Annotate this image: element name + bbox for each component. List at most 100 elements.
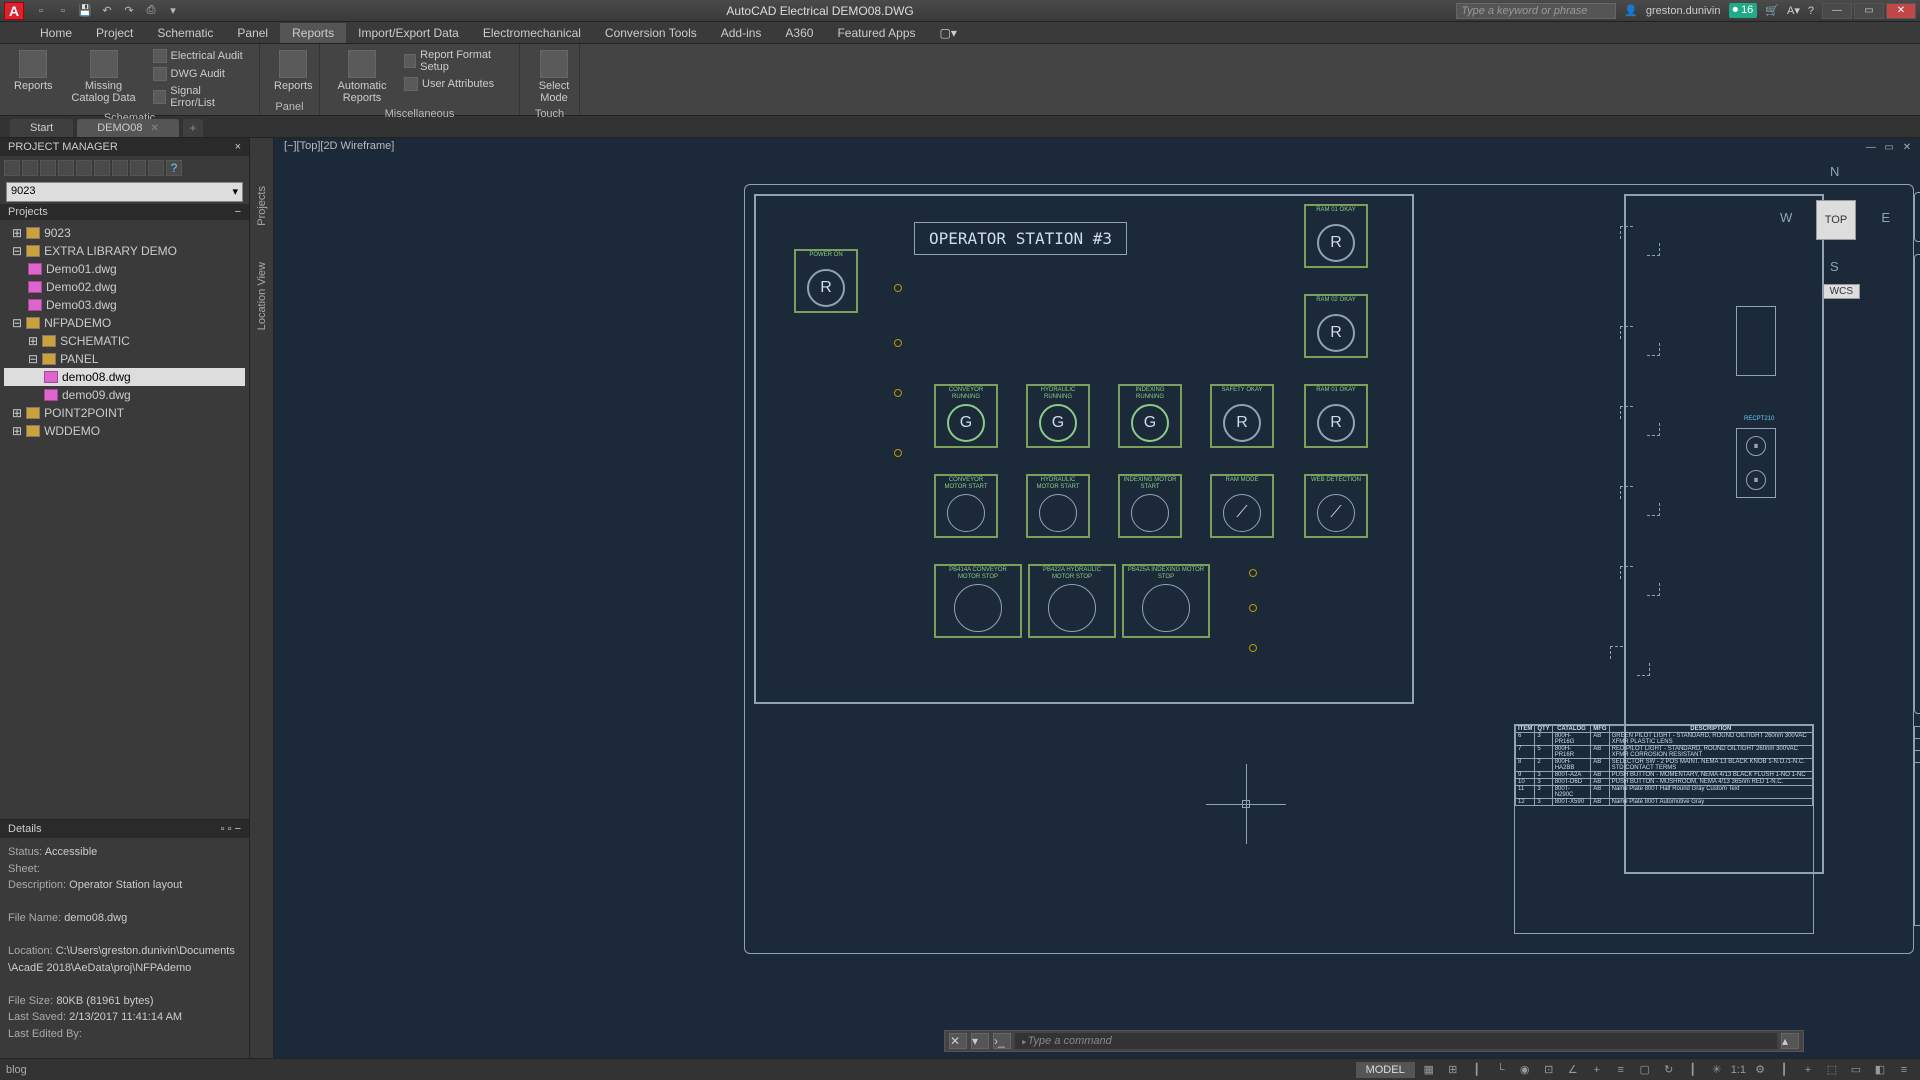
details-btn2-icon[interactable]: ▫ <box>228 823 232 835</box>
sb-lwt-icon[interactable]: ≡ <box>1611 1062 1631 1078</box>
sb-grid-icon[interactable]: ▦ <box>1419 1062 1439 1078</box>
sign-in-icon[interactable]: 👤 <box>1624 4 1638 17</box>
sb-iso-icon[interactable]: ⬚ <box>1822 1062 1842 1078</box>
sb-trans-icon[interactable]: ▢ <box>1635 1062 1655 1078</box>
menu-electromechanical[interactable]: Electromechanical <box>471 23 593 43</box>
details-collapse-icon[interactable]: − <box>235 823 241 835</box>
pm-help-icon[interactable]: ? <box>166 160 182 176</box>
project-dropdown[interactable]: 9023 ▾ <box>6 182 243 202</box>
drawing-canvas[interactable]: [−][Top][2D Wireframe] — ▭ ✕ OPERATOR ST… <box>274 138 1920 1058</box>
tree-9023[interactable]: ⊞9023 <box>4 224 245 242</box>
menu-panel[interactable]: Panel <box>225 23 280 43</box>
tree-demo02[interactable]: Demo02.dwg <box>4 278 245 296</box>
sb-cycle-icon[interactable]: ↻ <box>1659 1062 1679 1078</box>
menu-addins[interactable]: Add-ins <box>709 23 774 43</box>
qat-new-icon[interactable]: ▫ <box>33 3 49 19</box>
missing-catalog-button[interactable]: Missing Catalog Data <box>63 48 145 106</box>
qat-redo-icon[interactable]: ↷ <box>121 3 137 19</box>
pm-btn-6[interactable] <box>94 160 110 176</box>
tree-nfpademo[interactable]: ⊟NFPADEMO <box>4 314 245 332</box>
menu-reports[interactable]: Reports <box>280 23 346 43</box>
automatic-reports-button[interactable]: Automatic Reports <box>328 48 396 106</box>
signal-error-button[interactable]: Signal Error/List <box>149 84 251 110</box>
sb-snap-icon[interactable]: ⊞ <box>1443 1062 1463 1078</box>
tab-start[interactable]: Start <box>10 119 73 137</box>
a-icon[interactable]: A▾ <box>1787 4 1800 17</box>
view-label[interactable]: [−][Top][2D Wireframe] <box>284 140 394 152</box>
menu-import-export[interactable]: Import/Export Data <box>346 23 471 43</box>
status-blog[interactable]: blog <box>6 1064 27 1076</box>
model-space-button[interactable]: MODEL <box>1356 1062 1415 1078</box>
user-name[interactable]: greston.dunivin <box>1646 5 1721 17</box>
side-tab-projects[interactable]: Projects <box>256 178 268 234</box>
tree-demo03[interactable]: Demo03.dwg <box>4 296 245 314</box>
menu-home[interactable]: Home <box>28 23 84 43</box>
sb-scale[interactable]: 1:1 <box>1731 1062 1746 1078</box>
command-line[interactable]: ✕ ▾ ›_ ▸ Type a command ▴ <box>944 1030 1804 1052</box>
details-btn1-icon[interactable]: ▫ <box>221 823 225 835</box>
side-tab-location[interactable]: Location View <box>256 254 268 338</box>
sb-ortho-icon[interactable]: └ <box>1491 1062 1511 1078</box>
sb-track-icon[interactable]: ∠ <box>1563 1062 1583 1078</box>
tab-demo08[interactable]: DEMO08✕ <box>77 119 179 137</box>
menu-project[interactable]: Project <box>84 23 145 43</box>
menu-expand-icon[interactable]: ▢▾ <box>928 23 969 43</box>
tree-panel[interactable]: ⊟PANEL <box>4 350 245 368</box>
sb-polar-icon[interactable]: ◉ <box>1515 1062 1535 1078</box>
maximize-button[interactable]: ▭ <box>1854 3 1884 19</box>
menu-a360[interactable]: A360 <box>773 23 825 43</box>
sb-ann-icon[interactable]: ✳ <box>1707 1062 1727 1078</box>
panel-reports-button[interactable]: Reports <box>268 48 319 94</box>
tree-demo08[interactable]: demo08.dwg <box>4 368 245 386</box>
projects-collapse-icon[interactable]: − <box>235 206 241 218</box>
close-button[interactable]: ✕ <box>1886 3 1916 19</box>
view-cube[interactable]: N S E W TOP <box>1780 164 1890 274</box>
app-logo[interactable]: A <box>4 2 24 20</box>
minimize-button[interactable]: — <box>1822 3 1852 19</box>
vp-close-icon[interactable]: ✕ <box>1900 140 1914 154</box>
cmd-close-icon[interactable]: ✕ <box>949 1033 967 1049</box>
sb-dyn-icon[interactable]: + <box>1587 1062 1607 1078</box>
menu-schematic[interactable]: Schematic <box>145 23 225 43</box>
pm-btn-8[interactable] <box>130 160 146 176</box>
tree-point2point[interactable]: ⊞POINT2POINT <box>4 404 245 422</box>
qat-save-icon[interactable]: 💾 <box>77 3 93 19</box>
qat-open-icon[interactable]: ▫ <box>55 3 71 19</box>
tree-schematic[interactable]: ⊞SCHEMATIC <box>4 332 245 350</box>
sb-custom-icon[interactable]: ≡ <box>1894 1062 1914 1078</box>
sb-clean-icon[interactable]: ◧ <box>1870 1062 1890 1078</box>
select-mode-button[interactable]: Select Mode <box>528 48 580 106</box>
command-input[interactable]: ▸ Type a command <box>1015 1033 1777 1049</box>
sb-person-icon[interactable]: + <box>1798 1062 1818 1078</box>
help-icon[interactable]: ? <box>1808 5 1814 17</box>
vp-minimize-icon[interactable]: — <box>1864 140 1878 154</box>
pm-btn-9[interactable] <box>148 160 164 176</box>
panel-close-icon[interactable]: × <box>235 141 241 153</box>
search-input[interactable]: Type a keyword or phrase <box>1456 3 1616 19</box>
cmd-history-icon[interactable]: ▾ <box>971 1033 989 1049</box>
cmd-expand-icon[interactable]: ▴ <box>1781 1033 1799 1049</box>
tree-demo01[interactable]: Demo01.dwg <box>4 260 245 278</box>
sb-osnap-icon[interactable]: ⊡ <box>1539 1062 1559 1078</box>
pm-btn-5[interactable] <box>76 160 92 176</box>
sb-gear-icon[interactable]: ⚙ <box>1750 1062 1770 1078</box>
info-badge[interactable]: ⏺ 16 <box>1729 3 1758 18</box>
reports-button[interactable]: Reports <box>8 48 59 94</box>
pm-btn-2[interactable] <box>22 160 38 176</box>
report-format-button[interactable]: Report Format Setup <box>400 48 511 74</box>
pm-btn-7[interactable] <box>112 160 128 176</box>
electrical-audit-button[interactable]: Electrical Audit <box>149 48 251 64</box>
vp-maximize-icon[interactable]: ▭ <box>1882 140 1896 154</box>
menu-conversion[interactable]: Conversion Tools <box>593 23 709 43</box>
new-tab-button[interactable]: + <box>183 119 203 137</box>
tree-extra-library[interactable]: ⊟EXTRA LIBRARY DEMO <box>4 242 245 260</box>
pm-btn-4[interactable] <box>58 160 74 176</box>
pm-btn-3[interactable] <box>40 160 56 176</box>
exchange-icon[interactable]: 🛒 <box>1765 4 1779 17</box>
pm-btn-1[interactable] <box>4 160 20 176</box>
user-attributes-button[interactable]: User Attributes <box>400 76 511 92</box>
menu-featured[interactable]: Featured Apps <box>825 23 927 43</box>
wcs-label[interactable]: WCS <box>1823 284 1860 299</box>
qat-more-icon[interactable]: ▾ <box>165 3 181 19</box>
tree-demo09[interactable]: demo09.dwg <box>4 386 245 404</box>
